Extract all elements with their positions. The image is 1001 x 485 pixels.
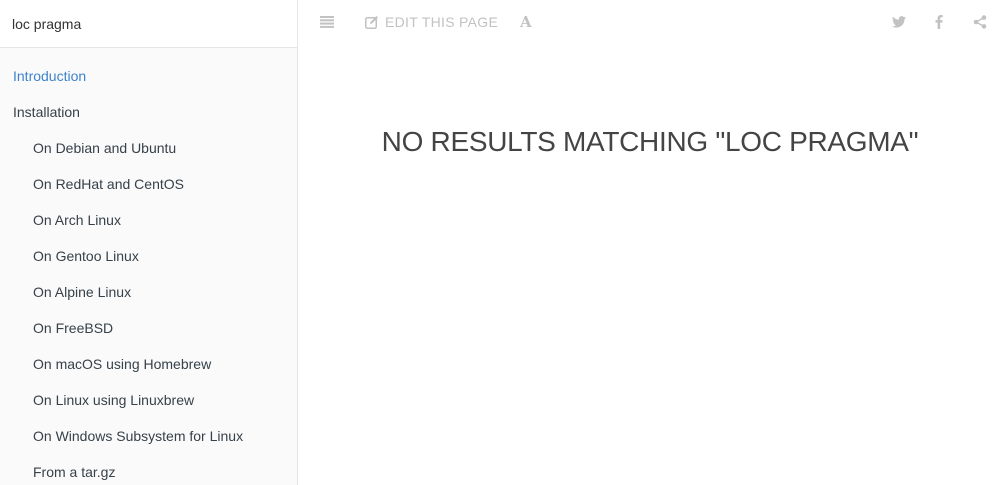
sidebar-item-linux-linuxbrew[interactable]: On Linux using Linuxbrew bbox=[0, 382, 297, 418]
app-window: Introduction Installation On Debian and … bbox=[0, 0, 1001, 485]
edit-this-page-label: EDIT THIS PAGE bbox=[385, 14, 499, 30]
sidebar-item-windows-subsystem[interactable]: On Windows Subsystem for Linux bbox=[0, 418, 297, 454]
sidebar-item-arch-linux[interactable]: On Arch Linux bbox=[0, 202, 297, 238]
facebook-icon bbox=[935, 15, 943, 29]
sidebar-item-tar-gz[interactable]: From a tar.gz bbox=[0, 454, 297, 485]
no-results-heading: NO RESULTS MATCHING "LOC PRAGMA" bbox=[381, 126, 919, 157]
edit-icon bbox=[365, 15, 379, 29]
toggle-sidebar-button[interactable] bbox=[320, 0, 334, 44]
sidebar-item-introduction[interactable]: Introduction bbox=[0, 58, 297, 94]
sidebar-item-redhat-centos[interactable]: On RedHat and CentOS bbox=[0, 166, 297, 202]
twitter-icon bbox=[892, 16, 906, 28]
share-icon bbox=[973, 15, 987, 29]
font-settings-button[interactable]: A bbox=[520, 0, 532, 44]
sidebar: Introduction Installation On Debian and … bbox=[0, 0, 298, 485]
sidebar-item-installation[interactable]: Installation bbox=[0, 94, 297, 130]
share-twitter-button[interactable] bbox=[892, 0, 906, 44]
book-header: EDIT THIS PAGE A bbox=[299, 0, 1001, 44]
search-box bbox=[0, 0, 297, 48]
sidebar-item-alpine-linux[interactable]: On Alpine Linux bbox=[0, 274, 297, 310]
sidebar-item-macos-homebrew[interactable]: On macOS using Homebrew bbox=[0, 346, 297, 382]
sidebar-nav: Introduction Installation On Debian and … bbox=[0, 48, 297, 485]
font-settings-icon: A bbox=[520, 13, 532, 31]
share-facebook-button[interactable] bbox=[935, 0, 943, 44]
search-results-area: NO RESULTS MATCHING "LOC PRAGMA" bbox=[299, 44, 1001, 485]
sidebar-item-freebsd[interactable]: On FreeBSD bbox=[0, 310, 297, 346]
share-button[interactable] bbox=[973, 0, 987, 44]
sidebar-item-gentoo-linux[interactable]: On Gentoo Linux bbox=[0, 238, 297, 274]
search-input[interactable] bbox=[12, 15, 285, 32]
sidebar-item-debian-ubuntu[interactable]: On Debian and Ubuntu bbox=[0, 130, 297, 166]
list-icon bbox=[320, 16, 334, 28]
edit-this-page-button[interactable]: EDIT THIS PAGE bbox=[365, 0, 498, 44]
